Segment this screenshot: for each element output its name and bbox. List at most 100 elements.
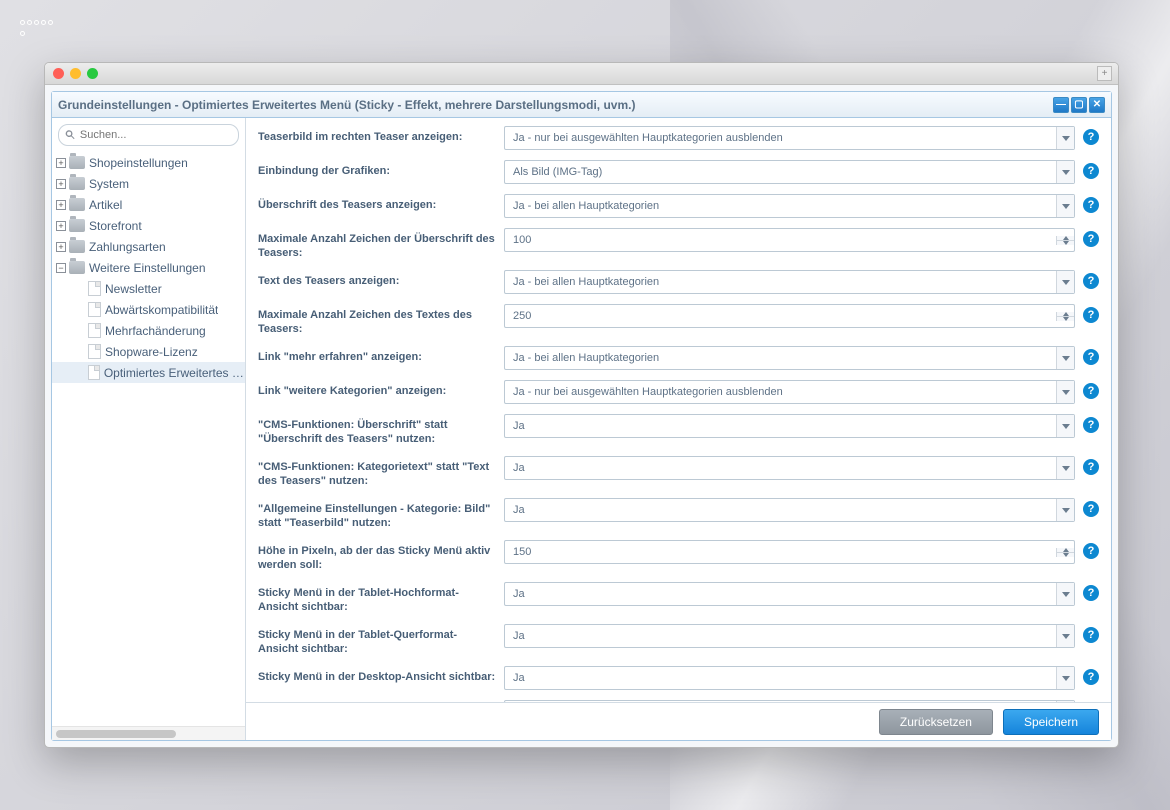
help-icon[interactable]: ? (1083, 273, 1099, 289)
expander-icon[interactable]: + (56, 200, 66, 210)
select-field[interactable]: Ja (504, 498, 1075, 522)
help-icon[interactable]: ? (1083, 417, 1099, 433)
tree-item-mehrfach-nderung[interactable]: Mehrfachänderung (52, 320, 245, 341)
help-icon[interactable]: ? (1083, 197, 1099, 213)
tree-item-artikel[interactable]: +Artikel (52, 194, 245, 215)
tree-item-zahlungsarten[interactable]: + Zahlungsarten (52, 236, 245, 257)
chevron-down-icon[interactable] (1056, 457, 1074, 479)
sidebar-scrollbar[interactable] (52, 726, 245, 740)
select-field[interactable]: Ja - bei allen Hauptkategorien (504, 346, 1075, 370)
chevron-down-icon[interactable] (1056, 583, 1074, 605)
spinner-down-icon[interactable] (1057, 317, 1074, 321)
tree-item-abw-rtskompatibilit-t[interactable]: Abwärtskompatibilität (52, 299, 245, 320)
help-icon[interactable]: ? (1083, 349, 1099, 365)
chevron-down-icon[interactable] (1056, 347, 1074, 369)
number-field[interactable]: 250 (504, 304, 1075, 328)
help-icon[interactable]: ? (1083, 543, 1099, 559)
mac-minimize[interactable] (70, 68, 81, 79)
select-field[interactable]: Ja - bei allen Hauptkategorien (504, 194, 1075, 218)
reset-button[interactable]: Zurücksetzen (879, 709, 993, 735)
help-icon[interactable]: ? (1083, 129, 1099, 145)
select-field[interactable]: Ja - nur bei ausgewählten Hauptkategorie… (504, 380, 1075, 404)
spinner-down-icon[interactable] (1057, 241, 1074, 245)
tree-item-label: System (89, 177, 129, 191)
folder-icon (69, 219, 85, 232)
footer: Zurücksetzen Speichern (246, 702, 1111, 740)
tree-item-shopeinstellungen[interactable]: +Shopeinstellungen (52, 152, 245, 173)
help-icon[interactable]: ? (1083, 307, 1099, 323)
select-field[interactable]: Ja (504, 456, 1075, 480)
field-label: Einbindung der Grafiken: (258, 160, 504, 178)
expander-icon[interactable]: − (56, 263, 66, 273)
help-icon[interactable]: ? (1083, 669, 1099, 685)
help-icon[interactable]: ? (1083, 627, 1099, 643)
chevron-down-icon[interactable] (1056, 127, 1074, 149)
chevron-down-icon[interactable] (1056, 701, 1074, 702)
expander-icon[interactable]: + (56, 221, 66, 231)
select-field[interactable]: Als Bild (IMG-Tag) (504, 160, 1075, 184)
panel-minimize[interactable]: — (1053, 97, 1069, 113)
form-row: Einbindung der Grafiken:Als Bild (IMG-Ta… (258, 160, 1099, 184)
help-icon[interactable]: ? (1083, 585, 1099, 601)
chevron-down-icon[interactable] (1056, 161, 1074, 183)
select-field[interactable]: Nein (504, 700, 1075, 702)
tree-item-label: Zahlungsarten (89, 240, 166, 254)
help-icon[interactable]: ? (1083, 501, 1099, 517)
select-field[interactable]: Ja - bei allen Hauptkategorien (504, 270, 1075, 294)
panel-maximize[interactable]: ▢ (1071, 97, 1087, 113)
expander-icon[interactable]: + (56, 179, 66, 189)
expander-icon[interactable]: + (56, 158, 66, 168)
field-value: 100 (505, 234, 1056, 246)
number-field[interactable]: 150 (504, 540, 1075, 564)
field-value: 150 (505, 546, 1056, 558)
form-row: Höhe in Pixeln, ab der das Sticky Menü a… (258, 540, 1099, 572)
help-icon[interactable]: ? (1083, 459, 1099, 475)
select-field[interactable]: Ja - nur bei ausgewählten Hauptkategorie… (504, 126, 1075, 150)
number-field[interactable]: 100 (504, 228, 1075, 252)
form-row: Maximale Anzahl Zeichen des Textes des T… (258, 304, 1099, 336)
chevron-down-icon[interactable] (1056, 381, 1074, 403)
tree-item-weitere-einstellungen[interactable]: − Weitere Einstellungen (52, 257, 245, 278)
expander-icon[interactable]: + (56, 242, 66, 252)
tree-item-system[interactable]: + System (52, 173, 245, 194)
tree-item-newsletter[interactable]: Newsletter (52, 278, 245, 299)
folder-icon (69, 177, 85, 190)
tree-item-optimiertes-erweitertes-men-[interactable]: Optimiertes Erweitertes Menü (52, 362, 245, 383)
panel-close[interactable]: ✕ (1089, 97, 1105, 113)
field-value: Ja - nur bei ausgewählten Hauptkategorie… (505, 132, 1056, 144)
field-value: Ja - bei allen Hauptkategorien (505, 276, 1056, 288)
mac-close[interactable] (53, 68, 64, 79)
field-value: Ja (505, 462, 1056, 474)
searchbox[interactable] (58, 124, 239, 146)
chevron-down-icon[interactable] (1056, 667, 1074, 689)
app-logo (20, 20, 54, 40)
select-field[interactable]: Ja (504, 666, 1075, 690)
tree-item-shopware-lizenz[interactable]: Shopware-Lizenz (52, 341, 245, 362)
chevron-down-icon[interactable] (1056, 195, 1074, 217)
chevron-down-icon[interactable] (1056, 625, 1074, 647)
help-icon[interactable]: ? (1083, 163, 1099, 179)
tree-item-label: Shopware-Lizenz (105, 345, 198, 359)
tree-item-storefront[interactable]: +Storefront (52, 215, 245, 236)
mac-zoom[interactable] (87, 68, 98, 79)
select-field[interactable]: Ja (504, 582, 1075, 606)
select-field[interactable]: Ja (504, 414, 1075, 438)
mac-plus[interactable]: + (1097, 66, 1112, 81)
select-field[interactable]: Ja (504, 624, 1075, 648)
form-row: "CMS-Funktionen: Überschrift" statt "Übe… (258, 414, 1099, 446)
search-input[interactable] (80, 129, 232, 141)
tree-item-label: Weitere Einstellungen (89, 261, 206, 275)
help-icon[interactable]: ? (1083, 383, 1099, 399)
field-label: Link "mehr erfahren" anzeigen: (258, 346, 504, 364)
chevron-down-icon[interactable] (1056, 415, 1074, 437)
mac-titlebar: + (45, 63, 1118, 85)
form-row: Überschrift des Teasers anzeigen:Ja - be… (258, 194, 1099, 218)
chevron-down-icon[interactable] (1056, 499, 1074, 521)
form-row: Sticky Menü in der Desktop-Ansicht sicht… (258, 666, 1099, 690)
help-icon[interactable]: ? (1083, 231, 1099, 247)
chevron-down-icon[interactable] (1056, 271, 1074, 293)
spinner-down-icon[interactable] (1057, 553, 1074, 557)
save-button[interactable]: Speichern (1003, 709, 1099, 735)
field-value: Ja (505, 420, 1056, 432)
form-row: Teaserbild im rechten Teaser anzeigen:Ja… (258, 126, 1099, 150)
